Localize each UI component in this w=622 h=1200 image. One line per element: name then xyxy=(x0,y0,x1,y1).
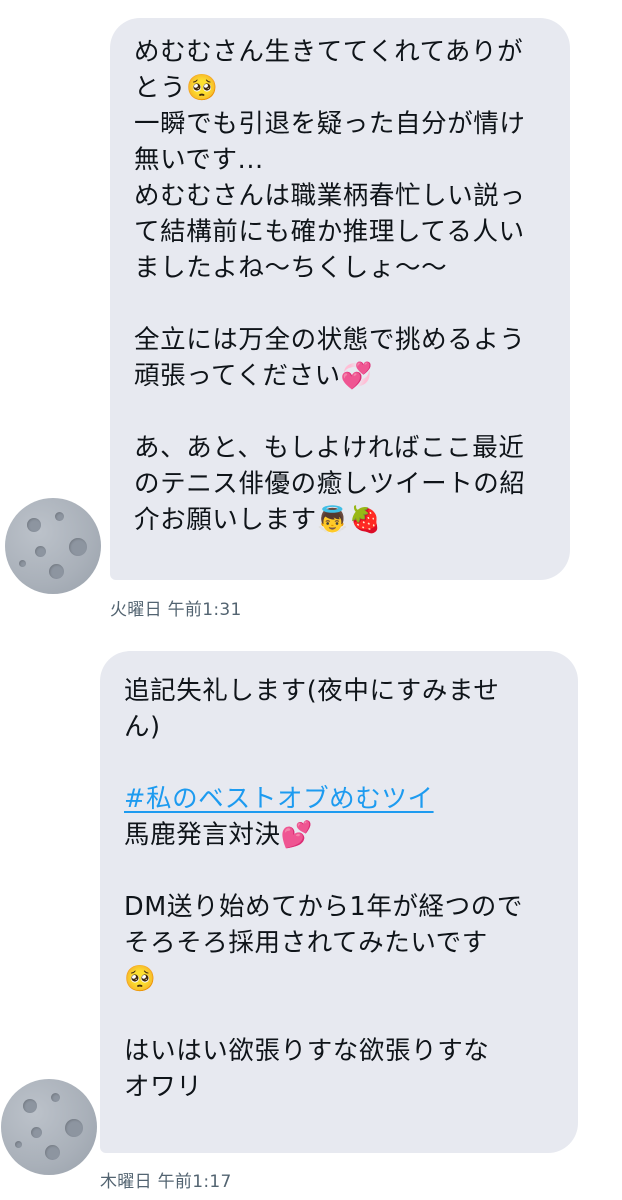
avatar-crater xyxy=(23,1099,37,1113)
message-line: 🥺 xyxy=(124,964,157,994)
hashtag-line: #私のベストオブめむツイ xyxy=(124,781,578,817)
message-line: そろそろ採用されてみたいです xyxy=(124,928,488,958)
message-bubble: 追記失礼します(夜中にすみませ ん) #私のベストオブめむツイ 馬鹿発言対決💕 … xyxy=(100,651,578,1153)
message-line: オワリ xyxy=(124,1072,203,1102)
message-line: 頑張ってください💞 xyxy=(134,361,374,391)
message-line: はいはい欲張りすな欲張りすな xyxy=(124,1036,490,1066)
message-line: のテニス俳優の癒しツイートの紹 xyxy=(134,469,526,499)
avatar-crater xyxy=(69,538,87,556)
message-line: とう🥺 xyxy=(134,73,219,103)
hashtag-link[interactable]: #私のベストオブめむツイ xyxy=(124,784,434,814)
avatar-crater xyxy=(19,560,26,567)
moon-avatar-icon[interactable] xyxy=(1,1079,97,1175)
moon-avatar-icon[interactable] xyxy=(5,498,101,594)
avatar-crater xyxy=(65,1119,83,1137)
avatar-crater xyxy=(35,546,46,557)
avatar-crater xyxy=(45,1145,60,1160)
avatar-crater xyxy=(27,518,41,532)
message-line: 一瞬でも引退を疑った自分が情け xyxy=(134,109,526,139)
message-line: めむむさんは職業柄春忙しい説っ xyxy=(134,181,526,211)
avatar-crater xyxy=(31,1127,42,1138)
message-line: ましたよね〜ちくしょ〜〜 xyxy=(134,253,448,283)
avatar-crater xyxy=(15,1141,22,1148)
message-line: あ、あと、もしよければここ最近 xyxy=(134,433,525,463)
message-line: 馬鹿発言対決💕 xyxy=(124,820,313,850)
message-line: 全立には万全の状態で挑めるよう xyxy=(134,325,526,355)
message-line: 追記失礼します(夜中にすみませ xyxy=(124,676,500,706)
message-timestamp: 木曜日 午前1:17 xyxy=(100,1172,232,1192)
avatar-crater xyxy=(55,512,64,521)
avatar-crater xyxy=(49,564,64,579)
message-line: て結構前にも確か推理してる人い xyxy=(134,217,525,247)
message-line: 介お願いします👼🍓 xyxy=(134,505,382,535)
message-bubble: めむむさん生きててくれてありが とう🥺 一瞬でも引退を疑った自分が情け 無いです… xyxy=(110,18,570,580)
message-line: 無いです... xyxy=(134,145,264,175)
message-line: ん) xyxy=(124,712,161,742)
message-timestamp: 火曜日 午前1:31 xyxy=(110,600,242,620)
message-line: めむむさん生きててくれてありが xyxy=(134,37,524,67)
avatar-crater xyxy=(51,1093,60,1102)
message-line: DM送り始めてから1年が経つので xyxy=(124,892,523,922)
